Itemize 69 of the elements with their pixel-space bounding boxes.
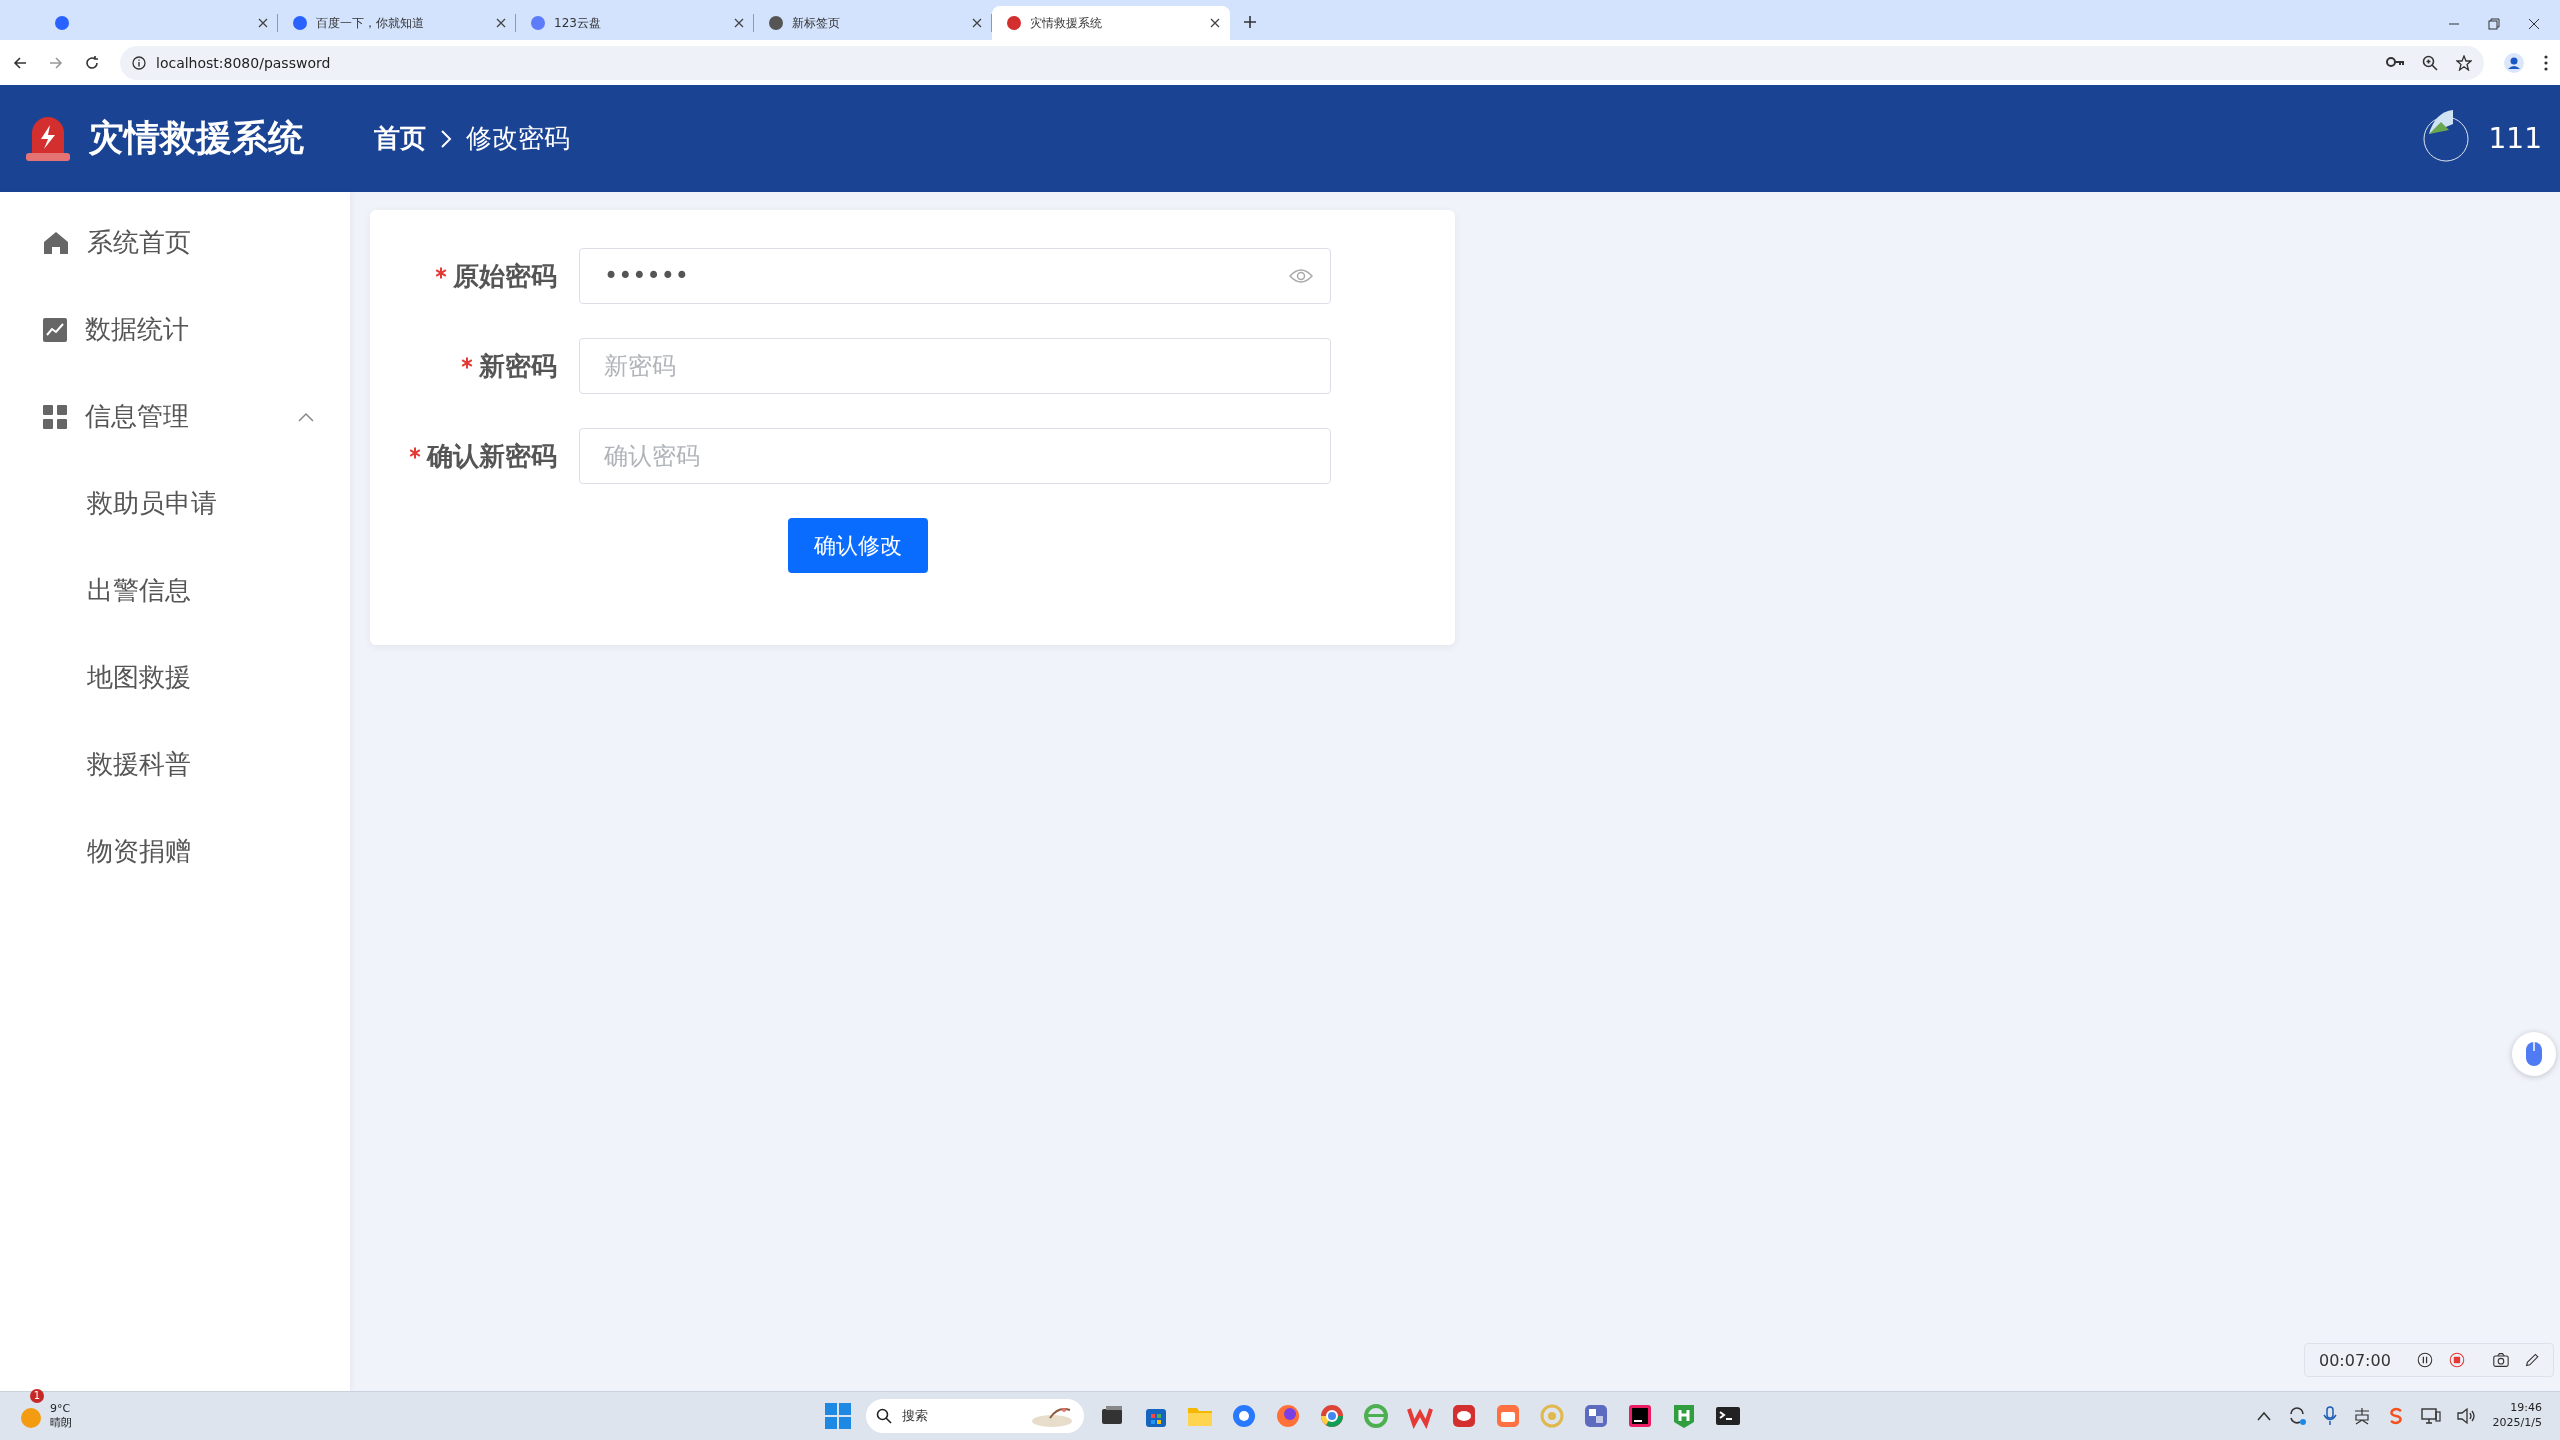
sidebar-subitem[interactable]: 出警信息 (0, 547, 350, 634)
browser-tab[interactable]: 百度一下，你就知道 (278, 6, 516, 40)
temperature: 9°C (50, 1401, 72, 1416)
close-icon[interactable] (496, 18, 506, 28)
address-bar[interactable]: localhost:8080/password (120, 45, 2484, 80)
chevron-right-icon (440, 128, 452, 149)
sidebar-subitem[interactable]: 救援科普 (0, 721, 350, 808)
info-icon (132, 55, 146, 70)
profile-icon[interactable] (2504, 52, 2524, 73)
breadcrumb-item[interactable]: 首页 (374, 121, 426, 156)
pause-icon[interactable] (2416, 1350, 2433, 1370)
taskbar-search[interactable]: 搜索 (866, 1399, 1084, 1433)
key-icon[interactable] (2386, 54, 2404, 69)
search-icon (876, 1408, 892, 1424)
chevron-up-icon[interactable] (2256, 1411, 2271, 1421)
grid-icon (43, 404, 67, 429)
input-field[interactable]: 新密码 (579, 338, 1331, 394)
field-label: 新密码 (479, 350, 557, 381)
browser-tab[interactable]: 灾情救援系统 (992, 6, 1230, 40)
sidebar-item[interactable]: 信息管理 (0, 373, 350, 460)
close-icon[interactable] (258, 18, 268, 28)
sidebar-subitem[interactable]: 地图救援 (0, 634, 350, 721)
volume-icon[interactable] (2456, 1407, 2477, 1425)
clock-date[interactable]: 2025/1/5 (2492, 1416, 2542, 1431)
star-icon[interactable] (2456, 54, 2472, 71)
new-tab-icon[interactable] (1243, 15, 1257, 29)
close-icon[interactable] (972, 18, 982, 28)
pencil-icon[interactable] (2524, 1351, 2539, 1369)
browser-tab[interactable]: 新标签页 (754, 6, 992, 40)
sidebar-subitem[interactable]: 救助员申请 (0, 460, 350, 547)
browser-tab[interactable]: 123云盘 (516, 6, 754, 40)
submit-button[interactable]: 确认修改 (787, 518, 928, 573)
close-icon[interactable] (734, 18, 744, 28)
username[interactable]: 111 (2488, 122, 2542, 155)
password-field[interactable]: •••••• (579, 248, 1331, 304)
reload-icon[interactable] (84, 54, 100, 71)
zoom-icon[interactable] (2422, 54, 2438, 71)
tab-favicon-icon (292, 15, 308, 31)
field-label: 确认新密码 (427, 440, 557, 471)
stop-icon[interactable] (2448, 1350, 2465, 1370)
windows-icon[interactable] (822, 1400, 854, 1432)
mouse-icon[interactable] (2524, 1040, 2544, 1068)
recording-time: 00:07:00 (2319, 1350, 2391, 1370)
close-icon[interactable] (2528, 18, 2540, 30)
back-icon[interactable] (12, 54, 28, 71)
menu-icon[interactable] (2544, 54, 2548, 71)
forward-icon[interactable] (48, 54, 64, 71)
sidebar-item[interactable]: 数据统计 (0, 286, 350, 373)
sidebar-item[interactable]: 系统首页 (0, 199, 350, 286)
clock-time[interactable]: 19:46 (2510, 1401, 2542, 1416)
tab-favicon-icon (768, 15, 784, 31)
restore-icon[interactable] (2488, 18, 2500, 30)
chart-icon (43, 317, 67, 342)
input-field[interactable]: 确认密码 (579, 428, 1331, 484)
alarm-light-icon (24, 114, 72, 163)
tab-favicon-icon (54, 15, 70, 31)
close-icon[interactable] (1210, 18, 1220, 28)
sidebar-subitem[interactable]: 物资捐赠 (0, 808, 350, 895)
tab-favicon-icon (530, 15, 546, 31)
microphone-icon[interactable] (2322, 1406, 2337, 1426)
camera-icon[interactable] (2492, 1351, 2509, 1369)
app-title: 灾情救援系统 (88, 116, 304, 160)
home-icon (43, 230, 69, 255)
tab-favicon-icon (1006, 15, 1022, 31)
weather-text: 晴朗 (50, 1416, 72, 1431)
input-method-icon[interactable] (2352, 1407, 2371, 1425)
field-label: 原始密码 (453, 260, 557, 291)
network-icon[interactable] (2420, 1407, 2441, 1425)
breadcrumb-item: 修改密码 (466, 122, 570, 155)
